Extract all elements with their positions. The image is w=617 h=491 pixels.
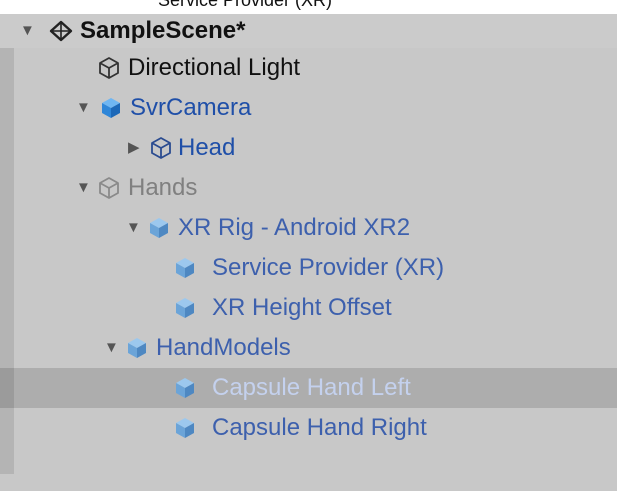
- hierarchy-item-hands[interactable]: ▼ Hands: [0, 168, 617, 208]
- prefab-cube-icon: [172, 415, 198, 441]
- prefab-cube-icon: [172, 255, 198, 281]
- prefab-cube-icon: [146, 215, 172, 241]
- hierarchy-item-service-provider[interactable]: Service Provider (XR): [0, 248, 617, 288]
- expand-arrow-icon[interactable]: ▼: [76, 98, 91, 118]
- selection-gutter: [0, 368, 14, 408]
- hierarchy-panel: ▼ SampleScene* Directional Light ▼ SvrCa…: [0, 14, 617, 491]
- prefab-cube-icon: [172, 295, 198, 321]
- hierarchy-item-label: Directional Light: [128, 54, 301, 81]
- hierarchy-item-label: Head: [178, 134, 236, 161]
- expand-arrow-icon[interactable]: ▼: [104, 338, 119, 358]
- hierarchy-item-svrcamera[interactable]: ▼ SvrCamera: [0, 88, 617, 128]
- hierarchy-item-label: Capsule Hand Left: [212, 374, 411, 401]
- scene-name: SampleScene*: [80, 17, 246, 44]
- collapsed-arrow-icon[interactable]: ▶: [128, 138, 140, 158]
- hierarchy-item-label: Hands: [128, 174, 198, 201]
- hierarchy-item-label: SvrCamera: [130, 94, 252, 121]
- hierarchy-item-xr-rig[interactable]: ▼ XR Rig - Android XR2: [0, 208, 617, 248]
- expand-arrow-icon[interactable]: ▼: [76, 178, 91, 198]
- hierarchy-item-label: XR Rig - Android XR2: [178, 214, 411, 241]
- hierarchy-item-label: Capsule Hand Right: [212, 414, 427, 441]
- hierarchy-item-capsule-hand-right[interactable]: Capsule Hand Right: [0, 408, 617, 448]
- prefab-cube-icon: [124, 335, 150, 361]
- gameobject-cube-icon: [96, 55, 122, 81]
- scene-row[interactable]: ▼ SampleScene*: [0, 14, 617, 48]
- expand-arrow-icon[interactable]: ▼: [126, 218, 141, 238]
- prefab-cube-icon: [172, 375, 198, 401]
- partial-caption-text: Service Provider (XR): [158, 0, 333, 10]
- gameobject-cube-icon: [96, 175, 122, 201]
- prefab-cube-icon: [98, 95, 124, 121]
- gameobject-cube-icon: [148, 135, 174, 161]
- hierarchy-item-label: Service Provider (XR): [212, 254, 445, 281]
- hierarchy-item-capsule-hand-left[interactable]: Capsule Hand Left: [0, 368, 617, 408]
- hierarchy-item-directional-light[interactable]: Directional Light: [0, 48, 617, 88]
- hierarchy-item-label: HandModels: [156, 334, 291, 361]
- expand-arrow-icon[interactable]: ▼: [20, 21, 35, 41]
- hierarchy-item-head[interactable]: ▶ Head: [0, 128, 617, 168]
- partial-caption: Service Provider (XR): [0, 0, 617, 14]
- hierarchy-item-xr-height-offset[interactable]: XR Height Offset: [0, 288, 617, 328]
- unity-scene-icon: [48, 18, 74, 44]
- hierarchy-item-label: XR Height Offset: [212, 294, 392, 321]
- hierarchy-item-handmodels[interactable]: ▼ HandModels: [0, 328, 617, 368]
